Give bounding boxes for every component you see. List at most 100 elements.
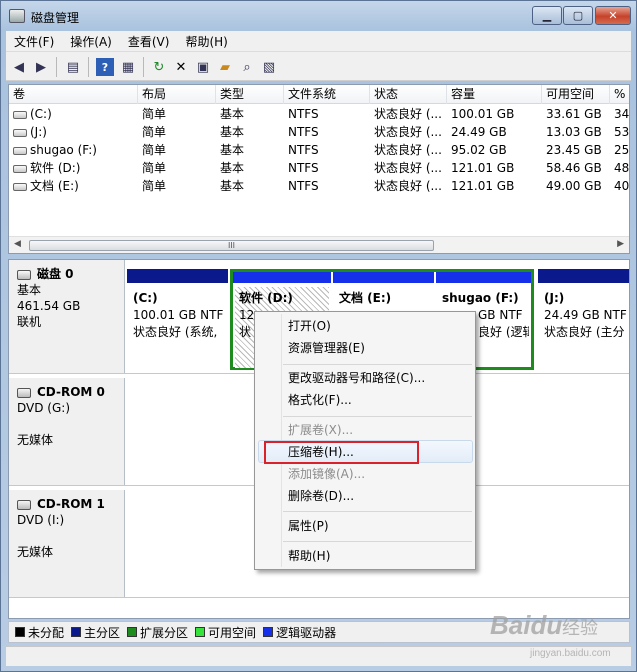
disk-type: DVD (I:) [17, 513, 65, 527]
partition-j[interactable]: (J:) 24.49 GB NTF 状态良好 (主分 [538, 269, 629, 370]
scroll-right-icon[interactable]: ▶ [617, 239, 624, 249]
free-space-cell: 23.45 GB [546, 143, 602, 157]
cdrom-0-label[interactable]: CD-ROM 0 DVD (G:) 无媒体 [9, 378, 125, 485]
disk-0-label[interactable]: 磁盘 0 基本 461.54 GB 联机 [9, 260, 125, 373]
disk-name: CD-ROM 0 [37, 385, 105, 399]
menu-item-change-drive-letter[interactable]: 更改驱动器号和路径(C)... [288, 368, 425, 388]
table-row[interactable]: (J:) 简单 基本 NTFS 状态良好 (... 24.49 GB 13.03… [9, 123, 629, 141]
partition-size: 100.01 GB NTF [133, 308, 224, 322]
menu-separator [283, 364, 472, 365]
filesystem-cell: NTFS [288, 125, 319, 139]
drive-icon [13, 182, 27, 191]
minimize-button[interactable]: ▁ [532, 6, 562, 25]
column-header-status[interactable]: 状态 [370, 85, 447, 104]
partition-name: 软件 (D:) [239, 291, 293, 305]
percent-cell: 25 [614, 143, 630, 157]
capacity-cell: 24.49 GB [451, 125, 507, 139]
export-icon[interactable]: ▧ [260, 58, 278, 76]
capacity-cell: 121.01 GB [451, 179, 515, 193]
toolbar: ◀ ▶ ▤ ? ▦ ↻ ✕ ▣ ▰ ⌕ ▧ [6, 51, 631, 81]
logical-drive-bar [436, 272, 531, 283]
cd-drive-icon [17, 499, 31, 510]
menu-item-delete-volume[interactable]: 删除卷(D)... [288, 486, 354, 506]
free-space-cell: 49.00 GB [546, 179, 602, 193]
legend-swatch [263, 627, 274, 637]
column-header-type[interactable]: 类型 [216, 85, 284, 104]
table-row[interactable]: (C:) 简单 基本 NTFS 状态良好 (... 100.01 GB 33.6… [9, 105, 629, 123]
toolbar-separator [143, 57, 144, 77]
menu-help[interactable]: 帮助(H) [177, 33, 235, 50]
menu-item-format[interactable]: 格式化(F)... [288, 390, 352, 410]
annotation-highlight-box [264, 441, 419, 464]
scroll-left-icon[interactable]: ◀ [14, 239, 21, 249]
forward-arrow-icon[interactable]: ▶ [32, 58, 50, 76]
partition-name: 文档 (E:) [339, 291, 392, 305]
properties-pane-icon[interactable]: ▦ [119, 58, 137, 76]
primary-partition-bar [127, 269, 228, 283]
watermark-text: 经验 [562, 618, 598, 638]
menu-item-help[interactable]: 帮助(H) [288, 546, 330, 566]
menu-action[interactable]: 操作(A) [62, 33, 120, 50]
help-icon[interactable]: ? [96, 58, 114, 76]
volume-name: (J:) [30, 125, 47, 139]
volume-name: 文档 (E:) [30, 179, 79, 193]
menu-item-explorer[interactable]: 资源管理器(E) [288, 338, 365, 358]
show-hide-console-tree-icon[interactable]: ▤ [64, 58, 82, 76]
drive-icon [13, 164, 27, 173]
maximize-button[interactable]: ▢ [563, 6, 593, 25]
table-row[interactable]: shugao (F:) 简单 基本 NTFS 状态良好 (... 95.02 G… [9, 141, 629, 159]
disk-name: 磁盘 0 [37, 267, 74, 281]
disk-state: 联机 [17, 315, 42, 329]
column-header-filesystem[interactable]: 文件系统 [284, 85, 370, 104]
volume-name: shugao (F:) [30, 143, 97, 157]
type-cell: 基本 [220, 125, 245, 139]
refresh-icon[interactable]: ↻ [150, 58, 168, 76]
menu-item-add-mirror: 添加镜像(A)... [288, 467, 366, 481]
legend-swatch [195, 627, 206, 637]
disk-type: DVD (G:) [17, 401, 70, 415]
volume-list: 卷 布局 类型 文件系统 状态 容量 可用空间 % (C:) 简单 基本 NTF… [8, 84, 630, 254]
open-folder-icon[interactable]: ▰ [216, 58, 234, 76]
capacity-cell: 100.01 GB [451, 107, 515, 121]
layout-cell: 简单 [142, 143, 167, 157]
primary-partition-bar [538, 269, 629, 283]
search-icon[interactable]: ⌕ [238, 58, 256, 76]
horizontal-scrollbar[interactable]: ◀ III ▶ [9, 236, 629, 253]
volume-name: (C:) [30, 107, 52, 121]
legend-item: 主分区 [71, 624, 120, 641]
legend-item: 未分配 [15, 624, 64, 641]
column-header-percent[interactable]: % [610, 85, 629, 104]
partition-c[interactable]: (C:) 100.01 GB NTF 状态良好 (系统, [127, 269, 228, 370]
properties-icon[interactable]: ▣ [194, 58, 212, 76]
disk-type: 基本 [17, 283, 42, 297]
filesystem-cell: NTFS [288, 161, 319, 175]
layout-cell: 简单 [142, 161, 167, 175]
drive-icon [13, 128, 27, 137]
column-header-layout[interactable]: 布局 [138, 85, 216, 104]
menu-item-properties[interactable]: 属性(P) [288, 516, 329, 536]
menu-item-extend-volume: 扩展卷(X)... [288, 423, 354, 437]
table-row[interactable]: 软件 (D:) 简单 基本 NTFS 状态良好 (... 121.01 GB 5… [9, 159, 629, 177]
menu-separator [283, 511, 472, 512]
free-space-cell: 58.46 GB [546, 161, 602, 175]
scrollbar-thumb[interactable]: III [29, 240, 434, 251]
legend-item: 扩展分区 [127, 624, 188, 641]
column-header-capacity[interactable]: 容量 [447, 85, 542, 104]
cdrom-1-label[interactable]: CD-ROM 1 DVD (I:) 无媒体 [9, 490, 125, 597]
hard-disk-icon [17, 269, 31, 280]
close-button[interactable]: ✕ [595, 6, 631, 25]
filesystem-cell: NTFS [288, 179, 319, 193]
menu-view[interactable]: 查看(V) [120, 33, 178, 50]
partition-status: 状态良好 (系统, [133, 325, 218, 339]
menu-item-open[interactable]: 打开(O) [288, 316, 331, 336]
status-cell: 状态良好 (... [374, 161, 442, 175]
window-title: 磁盘管理 [31, 11, 80, 25]
column-header-volume[interactable]: 卷 [9, 85, 138, 104]
partition-name: shugao (F:) [442, 291, 519, 305]
column-header-free-space[interactable]: 可用空间 [542, 85, 610, 104]
table-row[interactable]: 文档 (E:) 简单 基本 NTFS 状态良好 (... 121.01 GB 4… [9, 177, 629, 195]
menu-file[interactable]: 文件(F) [6, 33, 62, 50]
delete-icon[interactable]: ✕ [172, 58, 190, 76]
partition-size: 24.49 GB NTF [544, 308, 627, 322]
back-arrow-icon[interactable]: ◀ [10, 58, 28, 76]
